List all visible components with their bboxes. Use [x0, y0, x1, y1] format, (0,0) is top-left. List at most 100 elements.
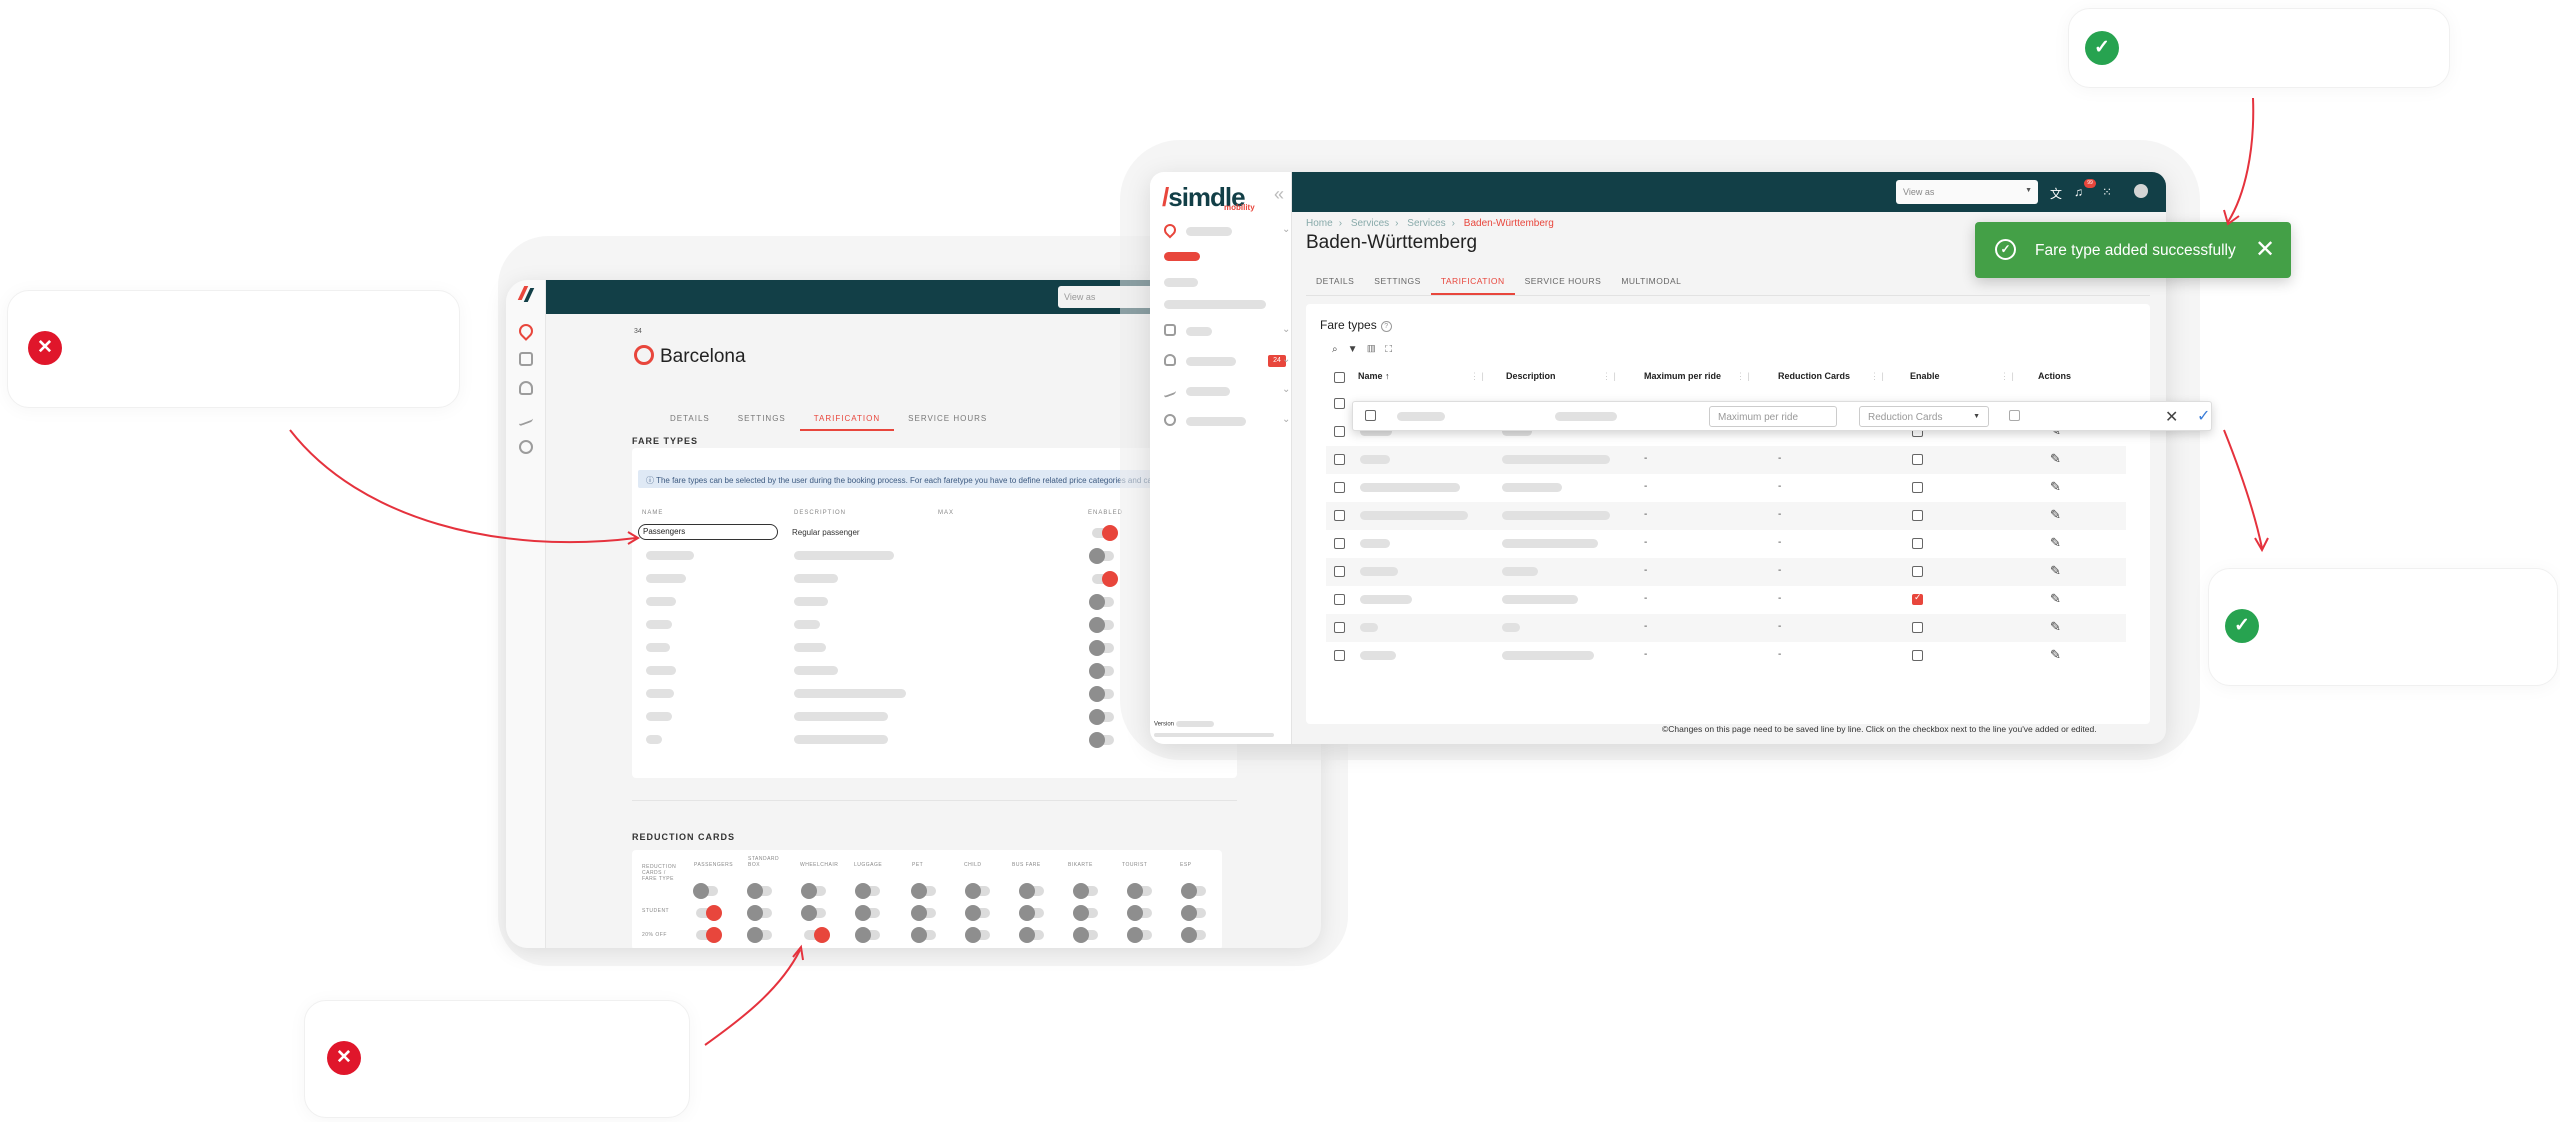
reduction-toggle[interactable]: [855, 905, 880, 921]
reduction-toggle[interactable]: [1127, 927, 1152, 943]
table-row[interactable]: - - ✎: [1326, 586, 2126, 614]
reduction-toggle[interactable]: [696, 927, 722, 943]
reduction-toggle[interactable]: [911, 927, 936, 943]
reduction-toggle[interactable]: [1073, 905, 1098, 921]
col-enable[interactable]: Enable: [1910, 371, 1940, 381]
tab-settings[interactable]: SETTINGS: [1364, 272, 1431, 295]
sidebar-item-calendar[interactable]: ⌄: [1164, 324, 1292, 339]
reduction-toggle[interactable]: [1019, 927, 1044, 943]
reduction-toggle[interactable]: [696, 905, 722, 921]
reduction-toggle[interactable]: [1127, 883, 1152, 899]
table-row[interactable]: - - ✎: [1326, 446, 2126, 474]
name-field[interactable]: [1397, 412, 1445, 421]
cancel-icon[interactable]: ✕: [2165, 407, 2178, 427]
reduction-toggle[interactable]: [801, 883, 826, 899]
col-menu-icon[interactable]: ⋮ |: [1470, 371, 1484, 382]
enable-checkbox[interactable]: [1912, 454, 1923, 465]
enabled-toggle[interactable]: [1092, 571, 1118, 587]
col-name[interactable]: Name ↑: [1358, 371, 1390, 381]
fullscreen-icon[interactable]: ⛶: [1385, 344, 1402, 355]
edit-icon[interactable]: ✎: [2050, 647, 2061, 663]
reduction-toggle[interactable]: [855, 927, 880, 943]
reduction-toggle[interactable]: [1019, 883, 1044, 899]
apps-icon[interactable]: ⁙: [2102, 185, 2112, 199]
edit-icon[interactable]: ✎: [2050, 563, 2061, 579]
table-row[interactable]: - - ✎: [1326, 558, 2126, 586]
table-row[interactable]: - - ✎: [1326, 642, 2126, 670]
sidebar-item-settings[interactable]: ⌄: [1164, 414, 1292, 429]
sidebar-item-analytics[interactable]: ⌄: [1164, 381, 1292, 399]
filter-icon[interactable]: ▼: [1348, 344, 1368, 355]
row-checkbox[interactable]: [1334, 482, 1345, 493]
reduction-toggle[interactable]: [965, 927, 990, 943]
columns-icon[interactable]: ▥: [1368, 344, 1386, 355]
fare-name-input[interactable]: Passengers: [638, 524, 778, 540]
save-row-checkbox[interactable]: [1365, 410, 1376, 421]
row-checkbox[interactable]: [1334, 510, 1345, 521]
row-checkbox[interactable]: [1334, 650, 1345, 661]
enabled-toggle[interactable]: [1092, 525, 1118, 541]
edit-icon[interactable]: ✎: [2050, 507, 2061, 523]
reduction-toggle[interactable]: [1073, 927, 1098, 943]
col-reduction-cards[interactable]: Reduction Cards: [1778, 371, 1850, 381]
confirm-icon[interactable]: ✓: [2197, 406, 2210, 426]
tab-tarification[interactable]: TARIFICATION: [1430, 272, 1515, 295]
translate-icon[interactable]: 文: [2050, 185, 2062, 202]
breadcrumb-services[interactable]: Services: [1351, 218, 1389, 229]
enabled-toggle[interactable]: [1089, 594, 1114, 610]
reduction-toggle[interactable]: [911, 905, 936, 921]
reduction-toggle[interactable]: [1073, 883, 1098, 899]
reduction-cards-select[interactable]: Reduction Cards ▼: [1859, 406, 1989, 427]
reduction-toggle[interactable]: [747, 927, 772, 943]
reduction-toggle[interactable]: [747, 905, 772, 921]
enable-checkbox[interactable]: [2009, 410, 2020, 421]
enable-checkbox[interactable]: [1912, 510, 1923, 521]
sidebar-item-support[interactable]: 24 ⌄: [1164, 354, 1292, 369]
col-menu-icon[interactable]: ⋮ |: [2000, 371, 2014, 382]
row-checkbox[interactable]: [1334, 538, 1345, 549]
headset-icon[interactable]: [519, 381, 533, 395]
reduction-toggle[interactable]: [965, 905, 990, 921]
back-tab-settings[interactable]: SETTINGS: [724, 410, 800, 431]
enable-checkbox[interactable]: [1912, 482, 1923, 493]
edit-icon[interactable]: ✎: [2050, 591, 2061, 607]
row-checkbox[interactable]: [1334, 622, 1345, 633]
help-icon[interactable]: ?: [1380, 321, 1392, 332]
reduction-toggle[interactable]: [1127, 905, 1152, 921]
enabled-toggle[interactable]: [1089, 709, 1114, 725]
row-checkbox[interactable]: [1334, 454, 1345, 465]
table-row[interactable]: - - ✎: [1326, 614, 2126, 642]
sidebar-item-locations[interactable]: ⌄: [1161, 221, 1292, 239]
reduction-toggle[interactable]: [693, 883, 718, 899]
table-row[interactable]: - - ✎: [1326, 530, 2126, 558]
reduction-toggle[interactable]: [1181, 927, 1206, 943]
reduction-toggle[interactable]: [1181, 905, 1206, 921]
edit-icon[interactable]: ✎: [2050, 451, 2061, 467]
enable-checkbox[interactable]: [1912, 622, 1923, 633]
back-tab-service-hours[interactable]: SERVICE HOURS: [894, 410, 1001, 431]
row-checkbox[interactable]: [1334, 594, 1345, 605]
reduction-toggle[interactable]: [1181, 883, 1206, 899]
edit-icon[interactable]: ✎: [2050, 535, 2061, 551]
enable-checkbox[interactable]: [1912, 592, 1923, 605]
enabled-toggle[interactable]: [1089, 640, 1114, 656]
reduction-toggle[interactable]: [911, 883, 936, 899]
description-field[interactable]: [1555, 412, 1617, 421]
search-icon[interactable]: ⌕: [1332, 344, 1348, 355]
reduction-toggle[interactable]: [965, 883, 990, 899]
analytics-icon[interactable]: [519, 407, 533, 427]
enabled-toggle[interactable]: [1089, 732, 1114, 748]
location-icon[interactable]: [516, 321, 536, 341]
col-max-per-ride[interactable]: Maximum per ride: [1644, 371, 1721, 381]
calendar-icon[interactable]: [519, 352, 533, 366]
enable-checkbox[interactable]: [1912, 538, 1923, 549]
max-per-ride-input[interactable]: Maximum per ride: [1709, 406, 1837, 427]
tab-details[interactable]: DETAILS: [1306, 272, 1364, 295]
enabled-toggle[interactable]: [1089, 617, 1114, 633]
close-icon[interactable]: ✕: [2255, 235, 2275, 264]
table-row[interactable]: - - ✎: [1326, 474, 2126, 502]
bell-icon[interactable]: ♫: [2074, 185, 2083, 199]
reduction-toggle[interactable]: [1019, 905, 1044, 921]
breadcrumb-services-2[interactable]: Services: [1407, 218, 1445, 229]
enable-checkbox[interactable]: [1912, 650, 1923, 661]
